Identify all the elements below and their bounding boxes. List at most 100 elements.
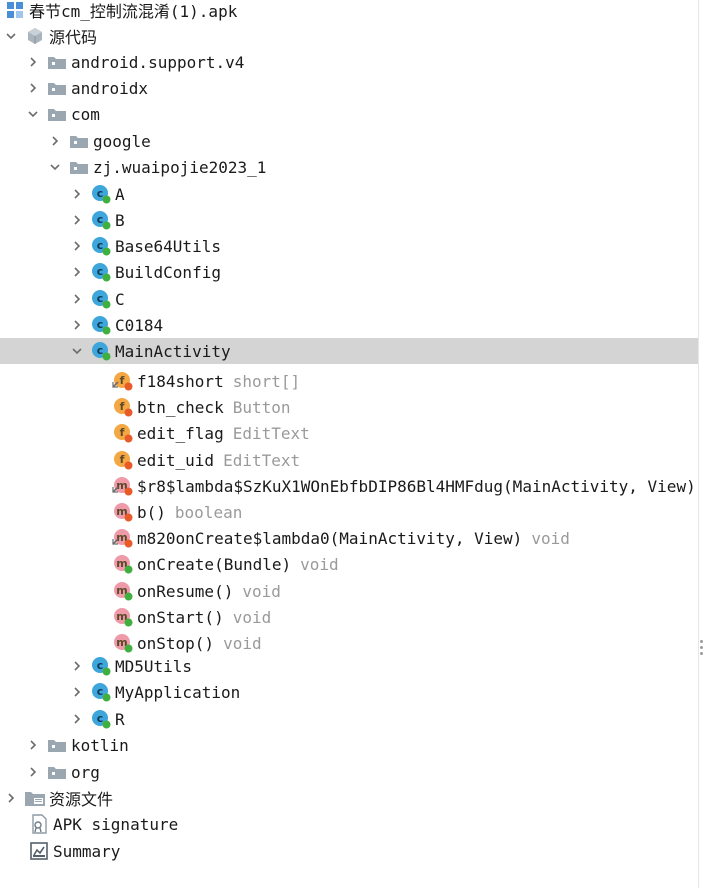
tree-class-a[interactable]: cA bbox=[0, 181, 698, 207]
tree-item-label: B bbox=[115, 210, 125, 230]
chevron-right-icon[interactable] bbox=[70, 706, 84, 732]
tree-class-c0184[interactable]: c C0184 bbox=[0, 312, 698, 338]
tree-item-label: onStart() bbox=[137, 607, 224, 627]
scrollbar-track[interactable] bbox=[698, 0, 704, 888]
tree-member-method[interactable]: m onResume() void bbox=[0, 578, 698, 604]
tree-item-source-code[interactable]: 源代码 bbox=[0, 23, 698, 49]
tree-item-label: APK signature bbox=[53, 814, 179, 834]
tree-item-summary[interactable]: Summary bbox=[0, 838, 698, 864]
member-type-label: EditText bbox=[232, 423, 310, 443]
svg-text:f: f bbox=[120, 374, 125, 387]
tree-member-field[interactable]: f f184short short[] bbox=[0, 368, 698, 394]
chevron-right-icon[interactable] bbox=[26, 732, 40, 758]
class-icon: c bbox=[90, 286, 112, 312]
apk-icon bbox=[4, 0, 26, 23]
tree-item-label: MyApplication bbox=[115, 682, 241, 702]
chevron-right-icon[interactable] bbox=[26, 759, 40, 785]
tree-item-kotlin[interactable]: kotlin bbox=[0, 732, 698, 758]
svg-text:c: c bbox=[97, 265, 104, 278]
chevron-right-icon[interactable] bbox=[70, 653, 84, 679]
method-icon: m bbox=[112, 499, 134, 525]
member-type-label: void bbox=[531, 528, 570, 548]
chevron-right-icon[interactable] bbox=[70, 286, 84, 312]
folder-icon bbox=[46, 732, 68, 758]
tree-root-apk[interactable]: 春节cm_控制流混淆(1).apk bbox=[0, 0, 698, 23]
tree-item-label: C bbox=[115, 289, 125, 309]
tree-item-label: zj.wuaipojie2023_1 bbox=[93, 157, 267, 177]
tree-class-c[interactable]: cC bbox=[0, 286, 698, 312]
chevron-right-icon[interactable] bbox=[70, 207, 84, 233]
tree-item-androidx[interactable]: androidx bbox=[0, 75, 698, 101]
tree-class-myapplication[interactable]: c MyApplication bbox=[0, 679, 698, 705]
tree-class-buildconfig[interactable]: c BuildConfig bbox=[0, 259, 698, 285]
svg-text:f: f bbox=[120, 426, 125, 439]
chevron-right-icon[interactable] bbox=[4, 785, 18, 811]
tree-item-resources[interactable]: 资源文件 bbox=[0, 785, 698, 811]
method-icon: m bbox=[112, 473, 134, 499]
tree-item-label: MainActivity bbox=[115, 341, 231, 361]
class-icon: c bbox=[90, 679, 112, 705]
member-type-label: void bbox=[223, 633, 262, 653]
chevron-down-icon[interactable] bbox=[26, 101, 40, 127]
tree-class-base64utils[interactable]: c Base64Utils bbox=[0, 233, 698, 259]
tree-class-b[interactable]: cB bbox=[0, 207, 698, 233]
tree-class-mainactivity[interactable]: c MainActivity bbox=[0, 338, 698, 364]
tree-member-field[interactable]: f btn_check Button bbox=[0, 394, 698, 420]
tree-item-label: onStop() bbox=[137, 633, 215, 653]
member-type-label: short[] bbox=[232, 371, 301, 391]
svg-text:c: c bbox=[97, 659, 104, 672]
class-icon: c bbox=[90, 338, 112, 364]
folder-icon bbox=[68, 128, 90, 154]
svg-text:c: c bbox=[97, 187, 104, 200]
chevron-right-icon[interactable] bbox=[70, 259, 84, 285]
folder-icon bbox=[46, 759, 68, 785]
tree-item-label: f184short bbox=[137, 371, 224, 391]
tree-item-apk-signature[interactable]: APK signature bbox=[0, 811, 698, 837]
tree-class-r[interactable]: cR bbox=[0, 706, 698, 732]
tree-item-label: Base64Utils bbox=[115, 236, 221, 256]
tree-item-com[interactable]: com bbox=[0, 101, 698, 127]
summary-icon bbox=[28, 838, 50, 864]
chevron-right-icon[interactable] bbox=[48, 128, 62, 154]
tree-class-md5utils[interactable]: c MD5Utils bbox=[0, 653, 698, 679]
chevron-down-icon[interactable] bbox=[4, 23, 18, 49]
svg-text:c: c bbox=[97, 292, 104, 305]
tree-item-label: 源代码 bbox=[49, 28, 98, 47]
svg-text:c: c bbox=[97, 239, 104, 252]
tree-member-method[interactable]: m onStart() void bbox=[0, 604, 698, 630]
class-icon: c bbox=[90, 312, 112, 338]
tree-item-label: btn_check bbox=[137, 397, 224, 417]
member-type-label: boolean bbox=[174, 502, 243, 522]
chevron-down-icon[interactable] bbox=[48, 154, 62, 180]
chevron-right-icon[interactable] bbox=[70, 233, 84, 259]
chevron-right-icon[interactable] bbox=[70, 181, 84, 207]
tree-item-label: BuildConfig bbox=[115, 262, 221, 282]
tree-item-org[interactable]: org bbox=[0, 759, 698, 785]
tree-item-wuaipojie[interactable]: zj.wuaipojie2023_1 bbox=[0, 154, 698, 180]
tree-item-label: edit_uid bbox=[137, 450, 215, 470]
tree-item-label: androidx bbox=[71, 78, 149, 98]
tree-member-field[interactable]: f edit_flag EditText bbox=[0, 420, 698, 446]
tree-item-google[interactable]: google bbox=[0, 128, 698, 154]
svg-text:f: f bbox=[120, 453, 125, 466]
chevron-right-icon[interactable] bbox=[70, 312, 84, 338]
tree-item-label: google bbox=[93, 131, 151, 151]
chevron-right-icon[interactable] bbox=[26, 49, 40, 75]
member-type-label: void bbox=[300, 554, 339, 574]
chevron-down-icon[interactable] bbox=[70, 338, 84, 364]
folder-icon bbox=[46, 101, 68, 127]
resize-grip-icon[interactable] bbox=[700, 640, 703, 660]
class-icon: c bbox=[90, 706, 112, 732]
tree-member-method[interactable]: m $r8$lambda$SzKuX1WOnEbfbDIP86Bl4HMFdug(… bbox=[0, 473, 698, 499]
field-icon: f bbox=[112, 447, 134, 473]
chevron-right-icon[interactable] bbox=[26, 75, 40, 101]
chevron-right-icon[interactable] bbox=[70, 679, 84, 705]
tree-member-method[interactable]: m m820onCreate$lambda0(MainActivity, View… bbox=[0, 525, 698, 551]
package-icon bbox=[24, 23, 46, 49]
tree-item-android-support[interactable]: android.support.v4 bbox=[0, 49, 698, 75]
tree-member-field[interactable]: f edit_uid EditText bbox=[0, 447, 698, 473]
tree-member-method[interactable]: m b() boolean bbox=[0, 499, 698, 525]
project-tree: 春节cm_控制流混淆(1).apk 源代码 android.support.v4 an… bbox=[0, 0, 698, 888]
tree-member-method[interactable]: m onCreate(Bundle) void bbox=[0, 551, 698, 577]
field-icon: f bbox=[112, 394, 134, 420]
